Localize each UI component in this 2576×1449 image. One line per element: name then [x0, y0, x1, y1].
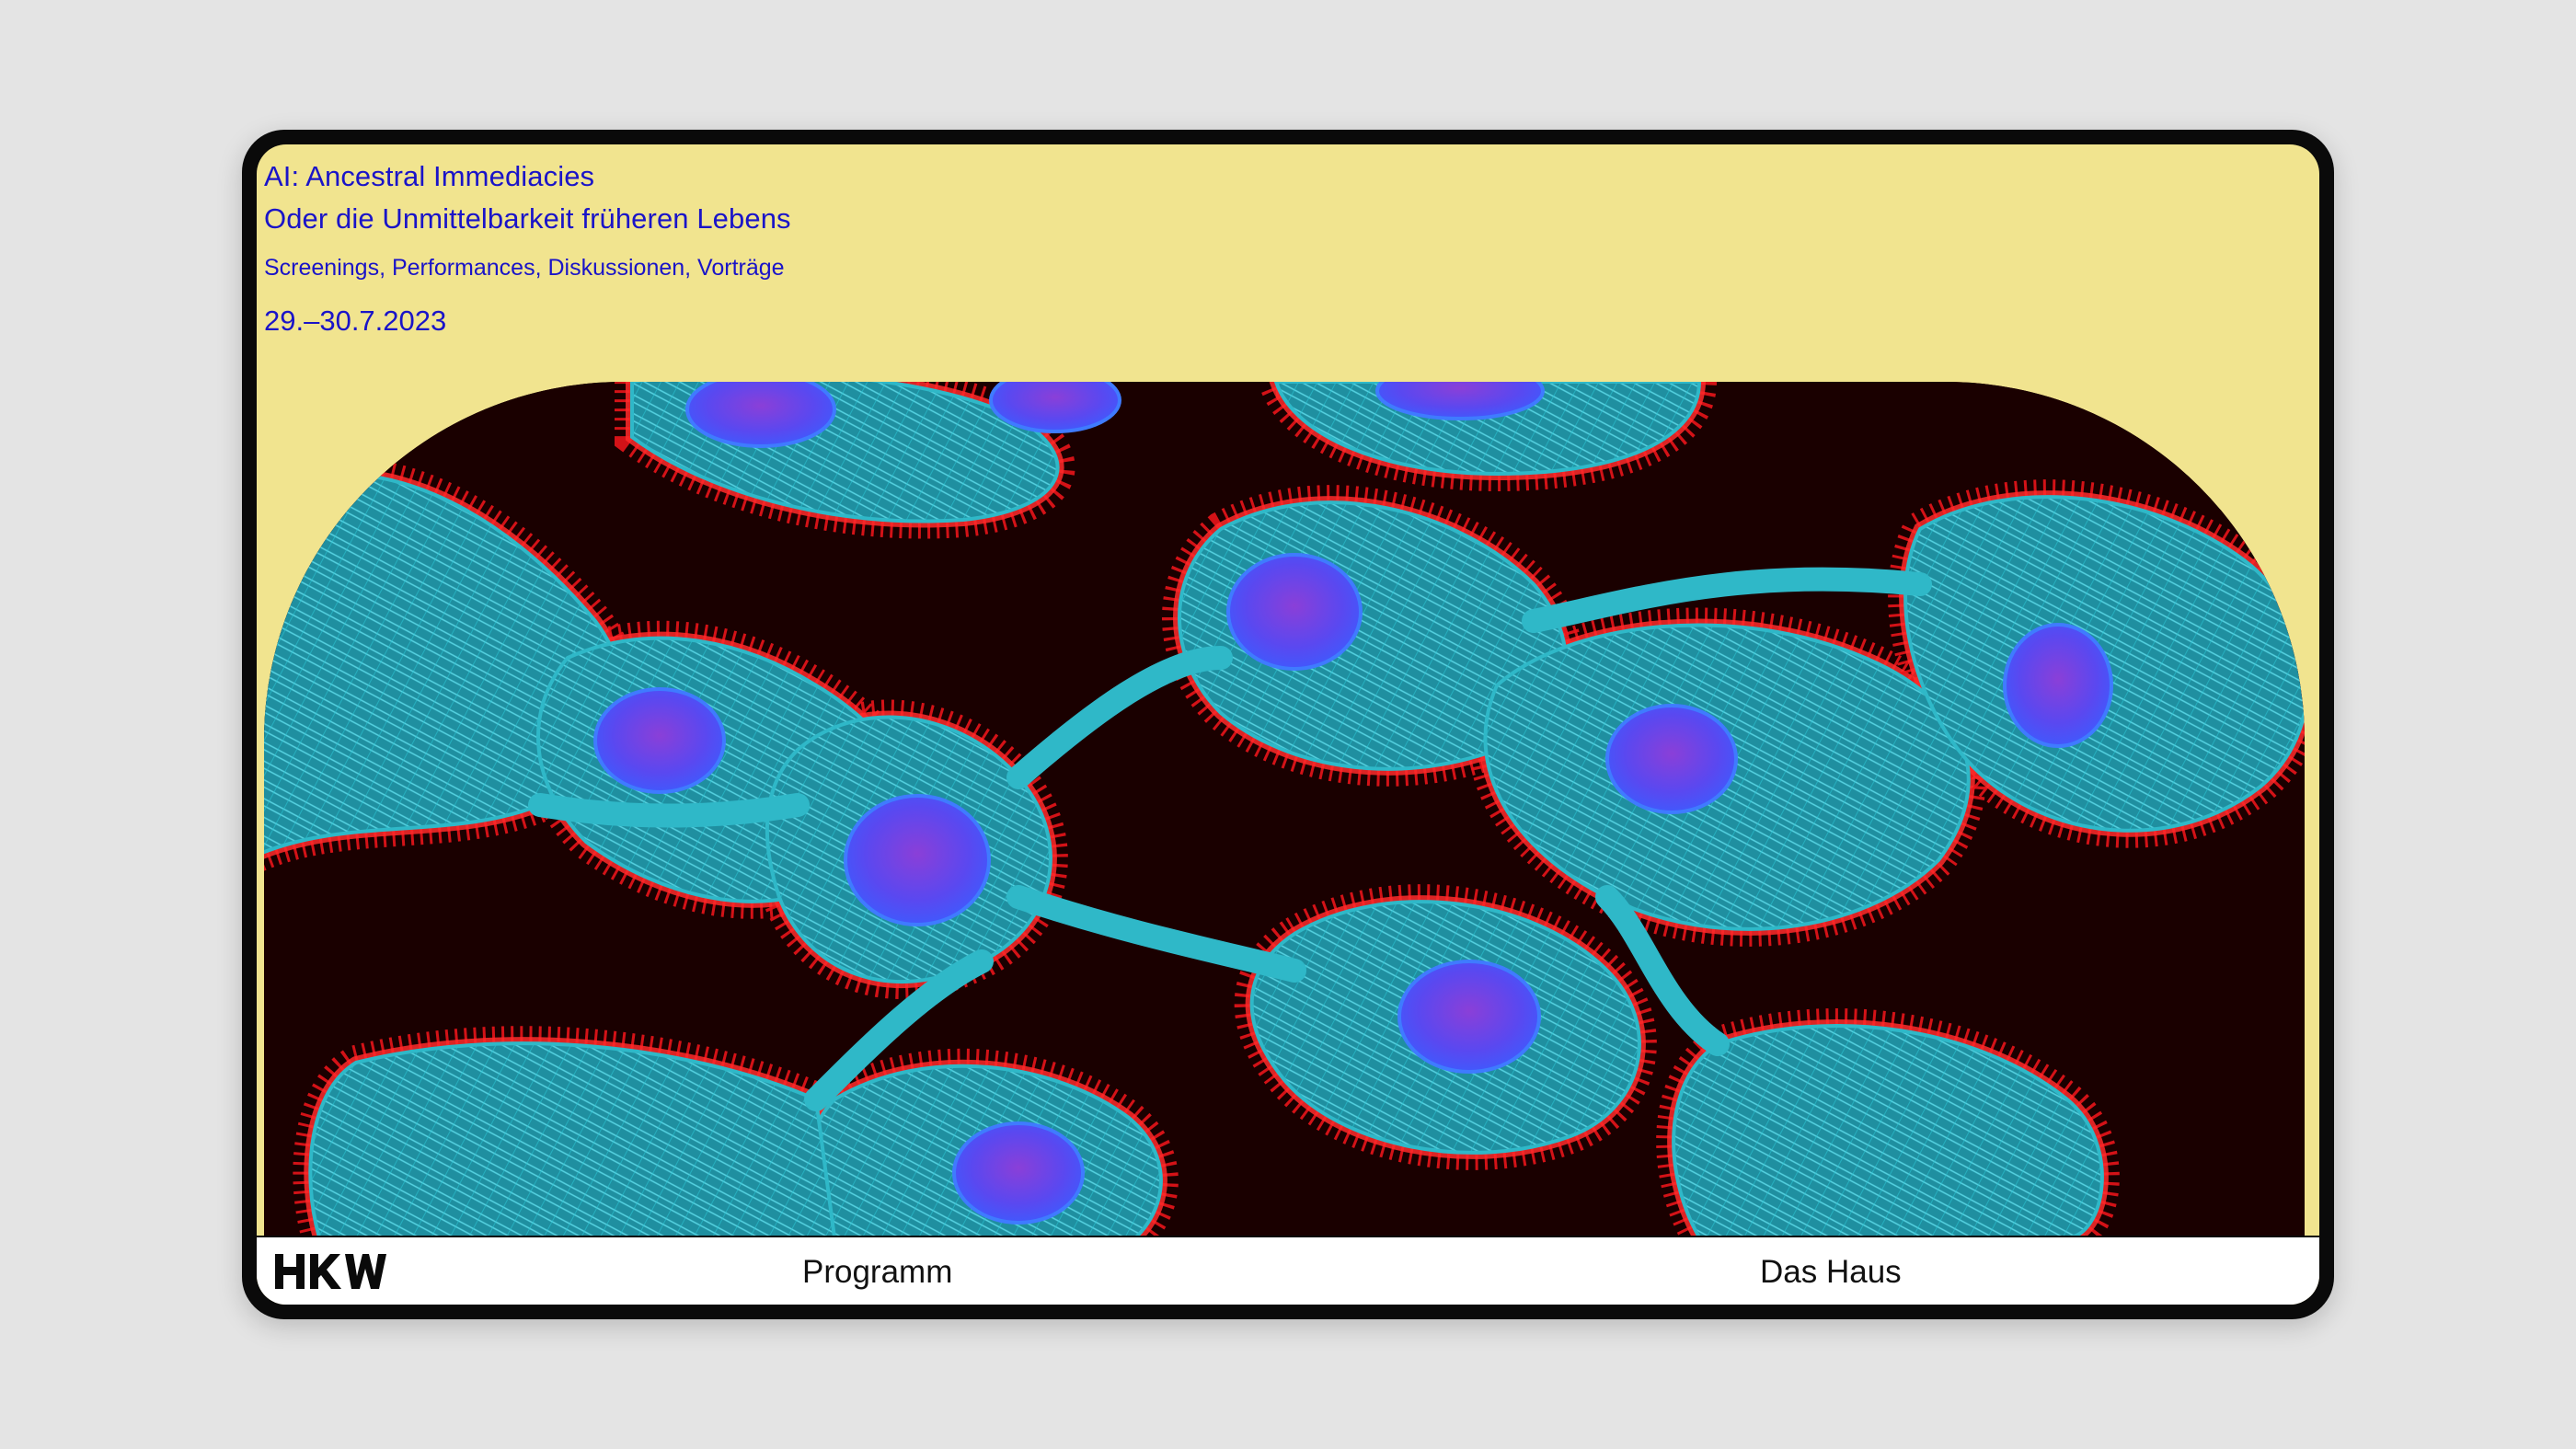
cell-nucleus [1605, 704, 1738, 814]
hkw-logo[interactable] [273, 1250, 387, 1293]
nav-programm[interactable]: Programm [802, 1254, 952, 1291]
cell-microscopy-image [264, 382, 2305, 1237]
event-header: AI: Ancestral Immediacies Oder die Unmit… [264, 155, 791, 339]
screen: AI: Ancestral Immediacies Oder die Unmit… [257, 144, 2319, 1305]
cell-nucleus [1397, 960, 1541, 1074]
nav-das-haus[interactable]: Das Haus [1760, 1254, 1902, 1291]
site-footer-nav: Programm Das Haus [257, 1236, 2319, 1305]
cell-nucleus [952, 1121, 1085, 1225]
cell-nucleus [685, 382, 836, 448]
device-frame: AI: Ancestral Immediacies Oder die Unmit… [242, 130, 2334, 1319]
event-title[interactable]: AI: Ancestral Immediacies [264, 155, 791, 198]
cell-nucleus [989, 382, 1121, 433]
event-formats: Screenings, Performances, Diskussionen, … [264, 255, 785, 281]
fiber-bridge [528, 793, 810, 828]
cell-nucleus [844, 794, 991, 926]
cell-nucleus [1226, 553, 1363, 671]
hero-image [264, 382, 2305, 1237]
event-subtitle-title[interactable]: Oder die Unmittelbarkeit früheren Lebens [264, 198, 791, 240]
cell-nucleus [2003, 623, 2113, 748]
event-dates: 29.–30.7.2023 [264, 305, 447, 337]
cell-nucleus [593, 687, 726, 794]
